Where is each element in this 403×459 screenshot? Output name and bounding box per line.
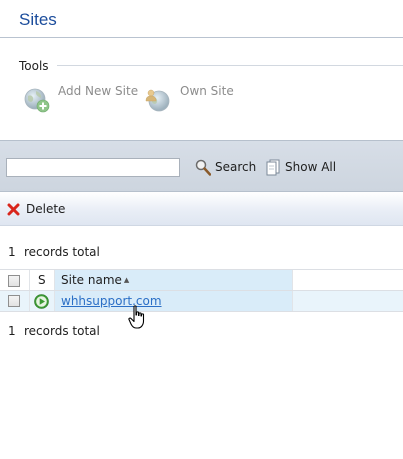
sites-grid: S Site name ▲ whhsupport.com <box>0 269 403 313</box>
status-column-label: S <box>38 273 46 287</box>
records-count: 1 <box>8 324 16 338</box>
actions-toolbar: Delete <box>0 192 403 226</box>
select-all-checkbox[interactable] <box>8 275 20 287</box>
records-total-top: 1 records total <box>8 245 100 259</box>
site-name-column-header[interactable]: Site name ▲ <box>55 270 293 290</box>
row-site-name-cell: whhsupport.com <box>55 291 293 311</box>
search-input[interactable] <box>6 158 180 177</box>
records-suffix: records total <box>24 245 100 259</box>
add-new-site-button[interactable]: Add New Site <box>24 83 139 117</box>
pages-icon <box>266 159 280 176</box>
running-status-icon <box>34 294 49 309</box>
page-header: Sites <box>0 0 403 38</box>
user-globe-icon <box>145 89 170 112</box>
sort-ascending-icon: ▲ <box>123 276 130 284</box>
search-button[interactable]: Search <box>195 158 257 178</box>
records-count: 1 <box>8 245 16 259</box>
records-total-bottom: 1 records total <box>8 324 100 338</box>
show-all-button[interactable]: Show All <box>265 158 337 178</box>
own-site-label: Own Site <box>180 84 234 98</box>
search-button-label: Search <box>215 160 257 174</box>
status-column-header[interactable]: S <box>30 270 55 290</box>
tools-divider <box>57 65 403 66</box>
records-suffix: records total <box>24 324 100 338</box>
delete-button[interactable]: Delete <box>7 201 67 219</box>
delete-button-label: Delete <box>26 202 66 216</box>
delete-x-icon <box>7 203 20 216</box>
row-status-cell <box>30 291 55 311</box>
row-checkbox[interactable] <box>8 295 20 307</box>
add-new-site-label: Add New Site <box>58 84 139 98</box>
row-select-cell <box>0 291 30 311</box>
tools-title: Tools <box>19 59 49 73</box>
search-bar: Search Show All <box>0 140 403 192</box>
tools-section: Tools Add New Site Own Site <box>0 38 403 140</box>
select-all-cell <box>0 270 30 290</box>
own-site-button[interactable]: Own Site <box>145 83 240 117</box>
grid-header: S Site name ▲ <box>0 269 403 291</box>
site-name-link[interactable]: whhsupport.com <box>61 294 162 308</box>
add-globe-icon <box>24 88 50 113</box>
magnifier-icon <box>195 159 211 176</box>
site-name-column-label: Site name <box>61 273 122 287</box>
table-row[interactable]: whhsupport.com <box>0 291 403 312</box>
show-all-button-label: Show All <box>285 160 337 174</box>
page-title: Sites <box>19 10 57 29</box>
